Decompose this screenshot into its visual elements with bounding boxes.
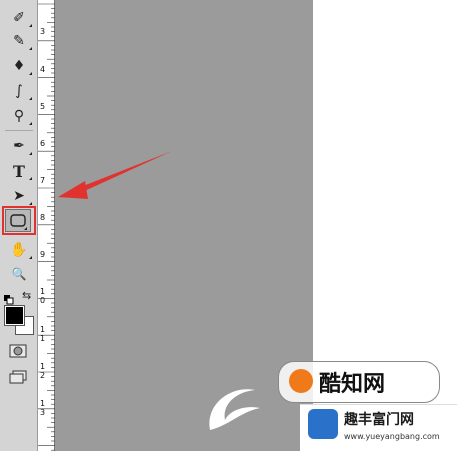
site-name: 趣丰富门网 xyxy=(344,412,414,428)
arrow-shaft xyxy=(78,151,172,193)
logo-icon xyxy=(289,369,313,393)
watermark-badge: 酷知网 xyxy=(278,361,440,403)
site-url: www.yueyangbang.com xyxy=(344,432,440,441)
brand-text: 酷知网 xyxy=(319,372,386,397)
site-watermark: 趣丰富门网 www.yueyangbang.com xyxy=(300,404,457,452)
site-logo-icon xyxy=(308,409,338,439)
red-arrow-icon xyxy=(58,181,88,199)
swirl-logo-icon xyxy=(209,389,260,430)
